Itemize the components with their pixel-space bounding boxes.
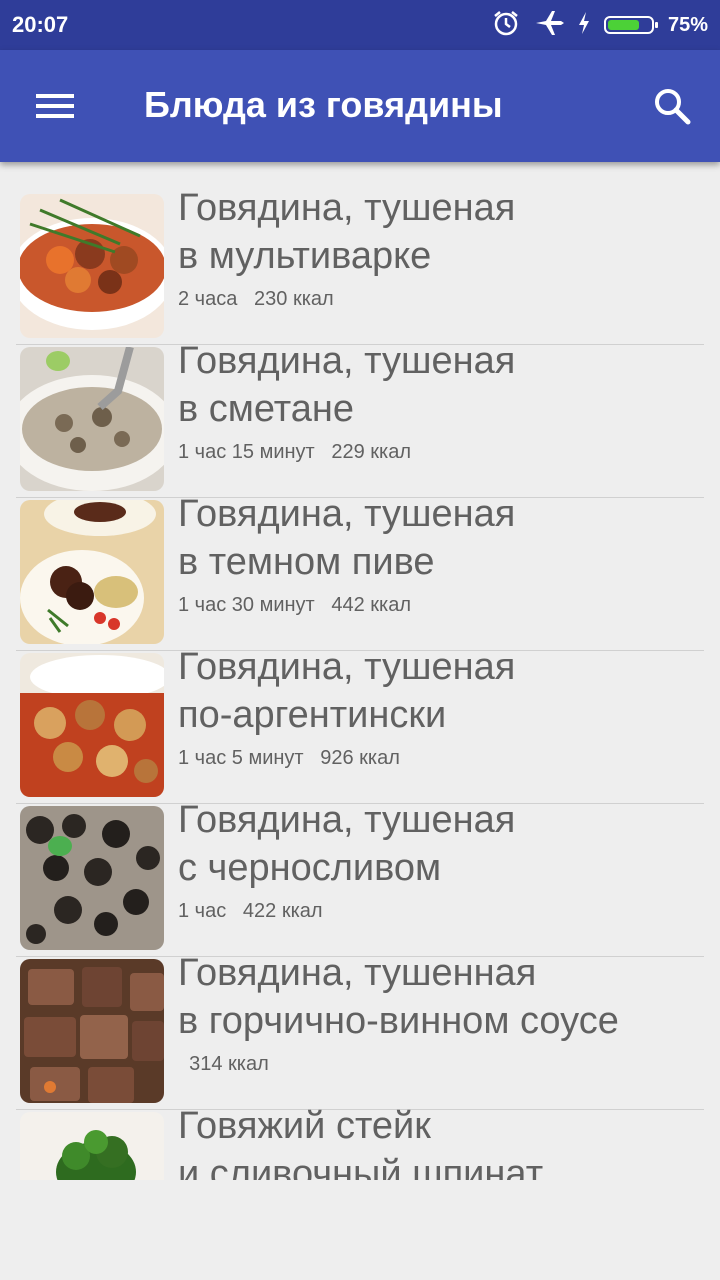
recipe-title-line2: по-аргентински — [178, 694, 447, 736]
recipe-item[interactable]: Говядина, тушенная в горчично-винном соу… — [0, 952, 720, 1110]
recipe-title-line2: в мультиварке — [178, 235, 432, 277]
recipe-item[interactable]: Говядина, тушеная в темном пиве 1 час 30… — [0, 493, 720, 651]
app-bar: Блюда из говядины — [0, 50, 720, 162]
hamburger-menu-icon — [36, 94, 74, 118]
recipe-item[interactable]: Говяжий стейк и сливочный шпинат — [0, 1105, 720, 1180]
recipe-title-line2: в горчично-винном соусе — [178, 1000, 619, 1042]
recipe-title-line2: с черносливом — [178, 847, 442, 889]
search-button[interactable] — [644, 80, 700, 132]
recipe-title-line1: Говядина, тушенная — [178, 952, 537, 994]
recipe-photo-prunes — [20, 806, 164, 950]
recipe-title-line1: Говядина, тушеная — [178, 646, 516, 688]
recipe-meta: 1 час 422 ккал — [178, 900, 323, 922]
airplane-mode-icon — [534, 9, 564, 42]
recipe-title-line2: и сливочный шпинат — [178, 1153, 544, 1180]
page-title: Блюда из говядины — [144, 84, 503, 125]
recipe-title-line1: Говядина, тушеная — [178, 799, 516, 841]
recipe-title-line2: в темном пиве — [178, 541, 435, 583]
recipe-title-line2: в сметане — [178, 388, 354, 430]
recipe-meta: 1 час 15 минут 229 ккал — [178, 441, 412, 463]
status-time: 20:07 — [12, 12, 69, 37]
recipe-meta: 1 час 5 минут 926 ккал — [178, 747, 400, 769]
recipe-title-line1: Говядина, тушеная — [178, 340, 516, 382]
status-icons: 75% — [492, 10, 708, 40]
battery-percent: 75% — [667, 13, 708, 36]
menu-button[interactable] — [22, 80, 78, 132]
recipe-meta: 2 часа 230 ккал — [178, 288, 334, 310]
recipe-title-line1: Говядина, тушеная — [178, 192, 516, 229]
recipe-photo-argentine — [20, 653, 164, 797]
recipe-photo-stew — [20, 194, 164, 338]
battery-icon — [603, 16, 658, 34]
recipe-list[interactable]: Говядина, тушеная в мультиварке 2 часа 2… — [0, 192, 720, 1180]
recipe-title-line1: Говяжий стейк — [178, 1105, 431, 1147]
recipe-meta: 314 ккал — [178, 1053, 269, 1075]
recipe-meta: 1 час 30 минут 442 ккал — [178, 594, 412, 616]
recipe-photo-dark-beer — [20, 500, 164, 644]
recipe-photo-sour-cream — [20, 347, 164, 491]
status-bar: 20:07 75% — [0, 0, 720, 50]
recipe-photo-steak-spinach — [20, 1112, 164, 1180]
recipe-photo-mustard-wine — [20, 959, 164, 1103]
charging-icon — [578, 11, 590, 39]
recipe-item[interactable]: Говядина, тушеная в сметане 1 час 15 мин… — [0, 340, 720, 498]
recipe-item[interactable]: Говядина, тушеная в мультиварке 2 часа 2… — [0, 192, 720, 345]
recipe-item[interactable]: Говядина, тушеная по-аргентински 1 час 5… — [0, 646, 720, 804]
recipe-title-line1: Говядина, тушеная — [178, 493, 516, 535]
alarm-icon — [492, 9, 520, 42]
search-icon — [655, 89, 691, 125]
recipe-item[interactable]: Говядина, тушеная с черносливом 1 час 42… — [0, 799, 720, 957]
